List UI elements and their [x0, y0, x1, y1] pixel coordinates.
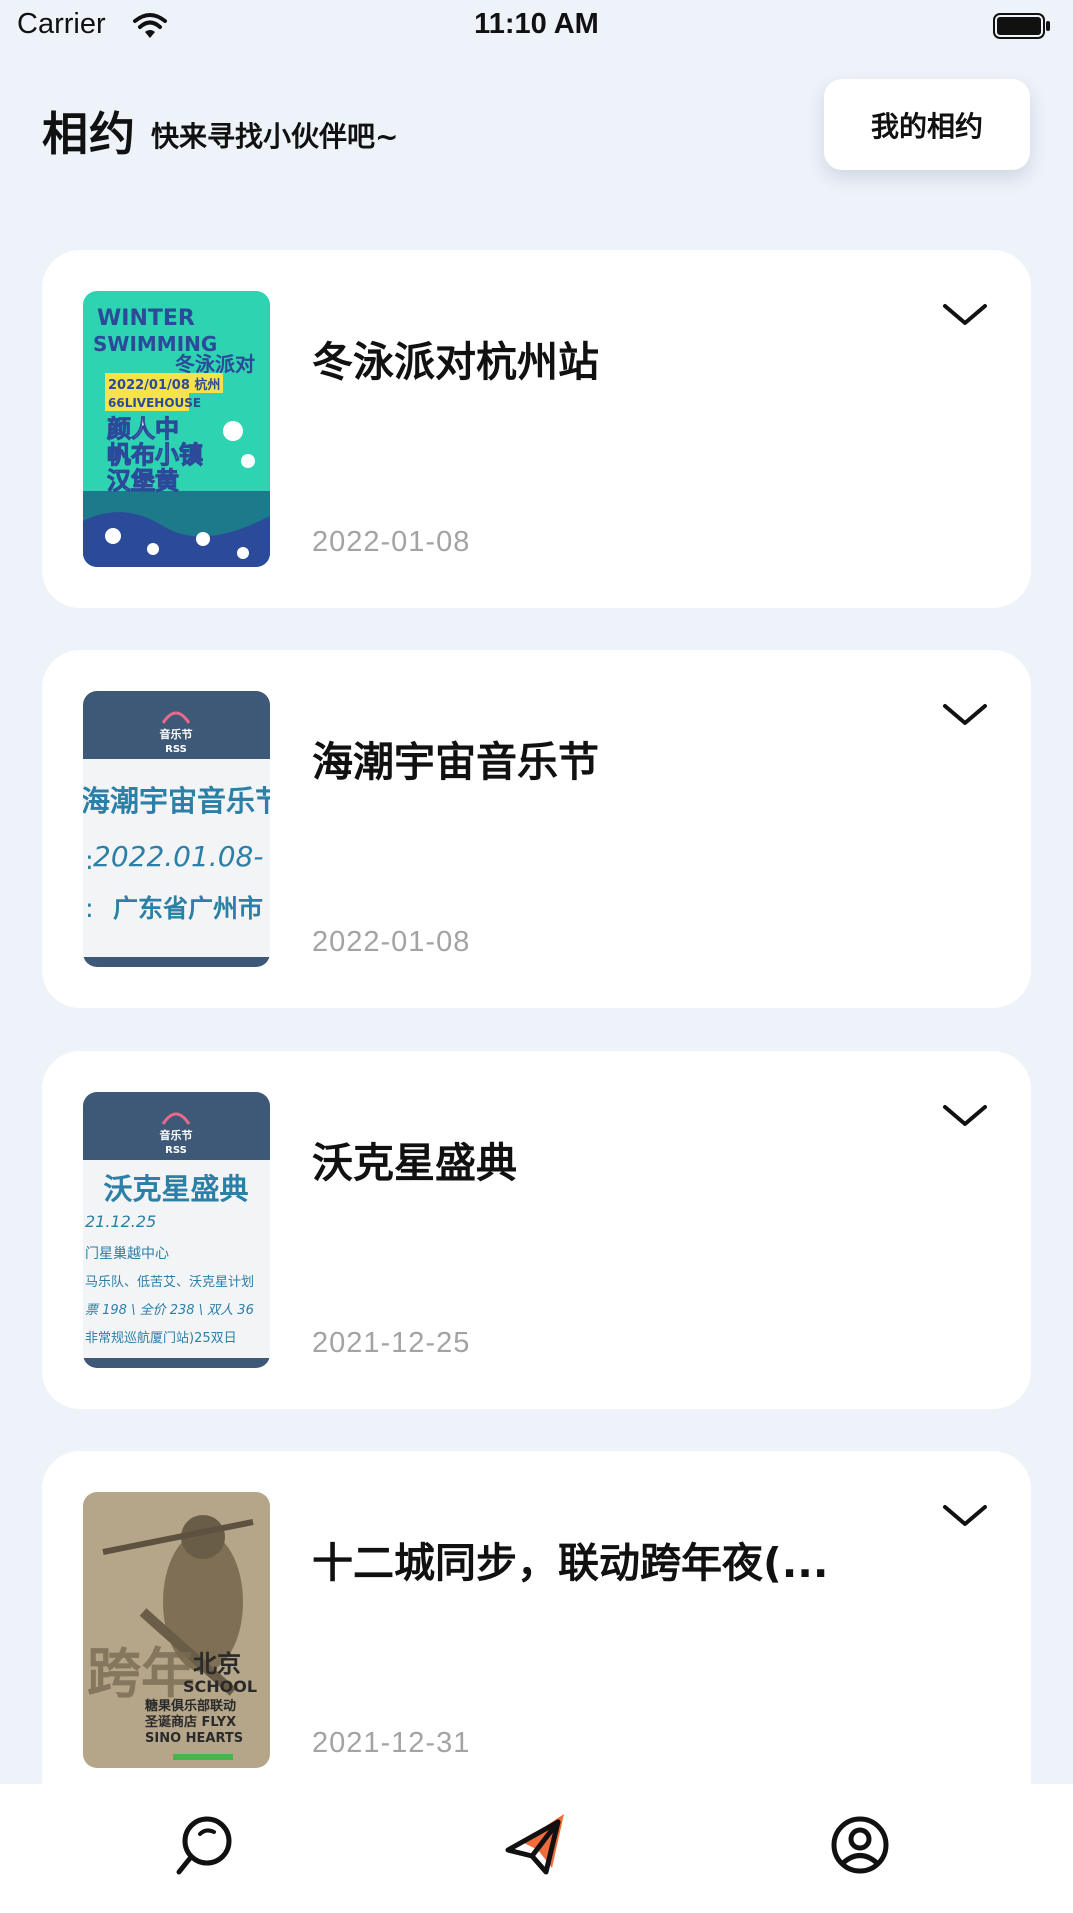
- svg-text::: :: [85, 846, 94, 876]
- event-title: 十二城同步，联动跨年夜(...: [312, 1539, 829, 1587]
- event-poster-image: 音乐节 RSS 海潮宇宙音乐节 2022.01.08- : : 广东省广州市: [83, 691, 270, 967]
- chevron-down-icon[interactable]: [942, 702, 988, 728]
- poster-text: SINO HEARTS: [145, 1731, 243, 1746]
- event-poster-image: 跨年 北京 SCHOOL 糖果俱乐部联动 圣诞商店 FLYX SINO HEAR…: [83, 1492, 270, 1768]
- event-card[interactable]: WINTER SWIMMING 冬泳派对 2022/01/08 杭州 66LIV…: [42, 250, 1031, 608]
- event-date: 2021-12-31: [312, 1727, 471, 1759]
- poster-text: 汉堡黄: [107, 467, 179, 495]
- profile-icon[interactable]: [827, 1812, 893, 1878]
- page-header: 相约 快来寻找小伙伴吧~ 我的相约: [0, 60, 1073, 200]
- poster-text: RSS: [165, 1145, 187, 1156]
- event-date: 2022-01-08: [312, 526, 471, 558]
- tab-bar: [0, 1784, 1073, 1913]
- svg-text::: :: [85, 894, 94, 924]
- poster-text: 66LIVEHOUSE: [108, 396, 201, 410]
- poster-text: 北京: [193, 1650, 241, 1678]
- event-date: 2021-12-25: [312, 1327, 471, 1359]
- chevron-down-icon[interactable]: [942, 302, 988, 328]
- poster-text: 2022.01.08-: [93, 840, 263, 873]
- poster-text: 沃克星盛典: [103, 1172, 248, 1206]
- poster-text: 帆布小镇: [107, 441, 203, 469]
- poster-text: SCHOOL: [183, 1677, 257, 1696]
- poster-text: 海潮宇宙音乐节: [83, 784, 270, 818]
- poster-text: 糖果俱乐部联动: [145, 1698, 236, 1714]
- status-bar: Carrier 11:10 AM: [0, 0, 1073, 56]
- event-poster-image: 音乐节 RSS 沃克星盛典 21.12.25 门星巢越中心 马乐队、低苦艾、沃克…: [83, 1092, 270, 1368]
- poster-text: 跨年: [87, 1642, 195, 1705]
- event-title: 沃克星盛典: [312, 1139, 517, 1187]
- poster-text: 门星巢越中心: [85, 1246, 169, 1262]
- page-subtitle: 快来寻找小伙伴吧~: [151, 120, 399, 153]
- poster-text: RSS: [165, 744, 187, 755]
- event-date: 2022-01-08: [312, 926, 471, 958]
- poster-text: 21.12.25: [85, 1212, 156, 1231]
- poster-text: 冬泳派对: [175, 352, 255, 376]
- poster-text: 马乐队、低苦艾、沃克星计划: [85, 1274, 254, 1290]
- my-appointments-button[interactable]: 我的相约: [824, 79, 1030, 170]
- poster-text: 圣诞商店 FLYX: [145, 1714, 236, 1730]
- event-card[interactable]: 音乐节 RSS 海潮宇宙音乐节 2022.01.08- : : 广东省广州市 海…: [42, 650, 1031, 1008]
- poster-text: 音乐节: [160, 727, 193, 741]
- send-icon[interactable]: [502, 1806, 572, 1876]
- event-card[interactable]: 音乐节 RSS 沃克星盛典 21.12.25 门星巢越中心 马乐队、低苦艾、沃克…: [42, 1051, 1031, 1409]
- search-icon[interactable]: [170, 1812, 236, 1878]
- poster-text: 2022/01/08 杭州: [108, 377, 220, 393]
- poster-text: 非常规巡航厦门站)25双日: [85, 1330, 237, 1346]
- status-time: 11:10 AM: [474, 8, 599, 40]
- poster-text: 票 198 \ 全价 238 \ 双人 36: [85, 1302, 254, 1318]
- chevron-down-icon[interactable]: [942, 1103, 988, 1129]
- event-title: 冬泳派对杭州站: [312, 338, 599, 386]
- chevron-down-icon[interactable]: [942, 1503, 988, 1529]
- event-title: 海潮宇宙音乐节: [312, 738, 599, 786]
- poster-text: WINTER: [97, 306, 195, 331]
- page-title: 相约: [42, 107, 136, 161]
- event-poster-image: WINTER SWIMMING 冬泳派对 2022/01/08 杭州 66LIV…: [83, 291, 270, 567]
- poster-text: 颜人中: [107, 415, 179, 443]
- battery-icon: [993, 13, 1050, 39]
- poster-text: 音乐节: [160, 1128, 193, 1142]
- poster-text: 广东省广州市: [113, 894, 263, 923]
